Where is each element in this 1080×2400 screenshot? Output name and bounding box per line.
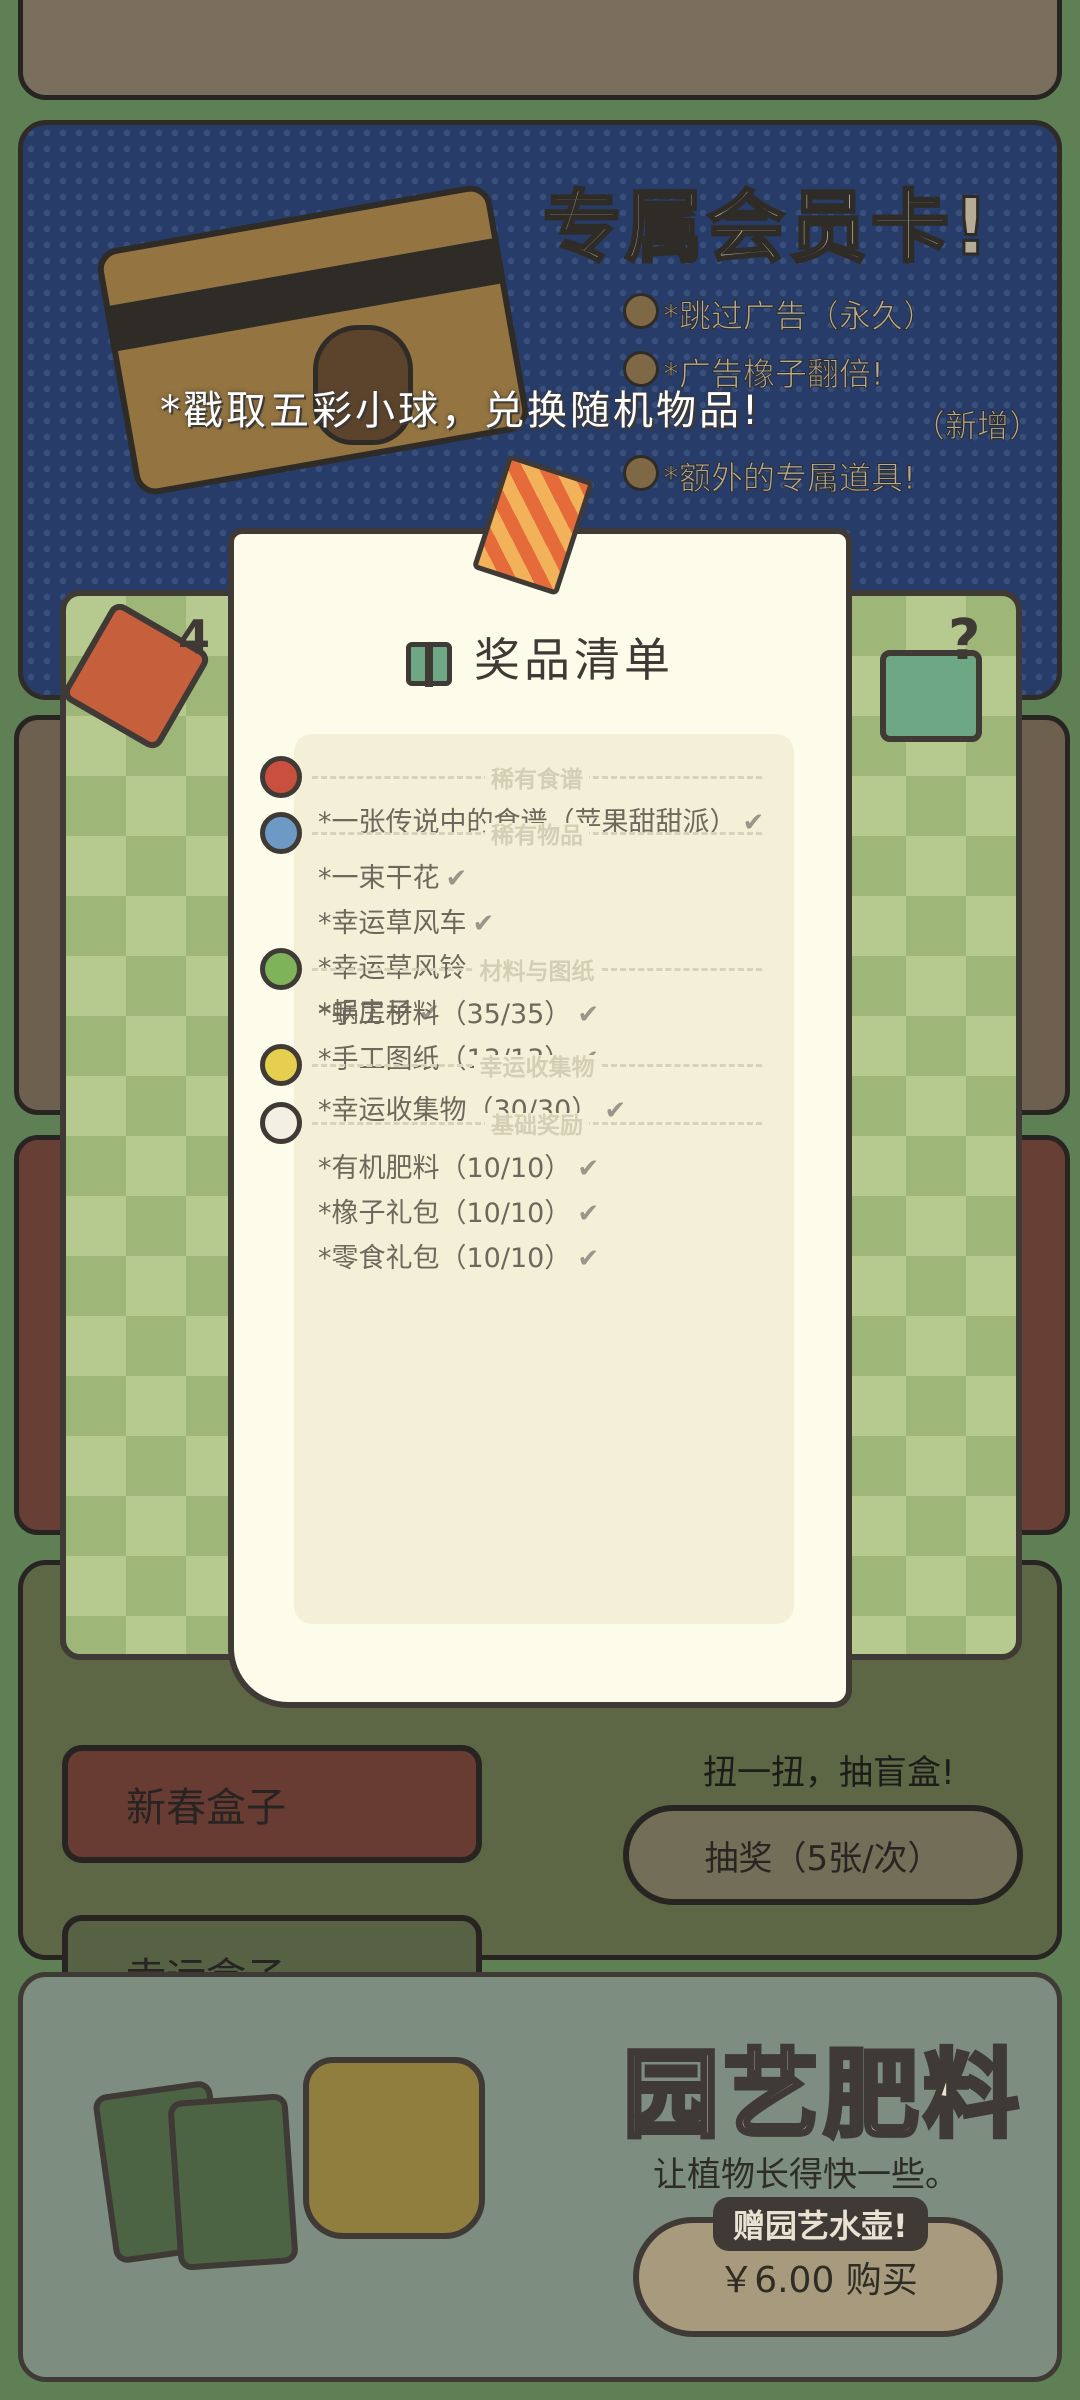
gift-icon [406,641,452,687]
tier-ball-4 [260,1044,302,1086]
perk-1: *跳过广告（永久） [662,297,936,336]
fertilizer-bag-icon [167,2093,299,2271]
prize-list-title: 奖品清单 [474,633,674,687]
prize-list-header: 奖品清单 [234,624,846,690]
top-shop-card [18,0,1062,100]
tier-ball-3 [260,948,302,990]
prize-list-modal: 奖品清单 稀有食谱*一张传说中的食谱（苹果甜甜派）✔稀有物品*一束干花✔*幸运草… [228,528,852,1708]
question-mark-icon: ? [948,608,981,673]
check-icon: ✔ [445,864,468,894]
gift-badge: 赠园艺水壶! [713,2197,928,2251]
tab-newyear-box[interactable]: 新春盒子 [62,1745,482,1863]
prize-item: *零食礼包（10/10） ✔ [318,1243,600,1274]
tier-ball-5 [260,1102,302,1144]
blind-box-subtitle: 扭一扭，抽盲盒! [703,1753,955,1793]
gift-perk-icon [623,455,659,491]
fertilizer-subtitle: 让植物长得快一些。 [653,2155,959,2195]
ticket-count: 4 [178,610,211,664]
tier-label: 稀有物品 [312,816,762,850]
tier-label: 基础奖励 [312,1106,762,1140]
fertilizer-card: 园艺肥料 让植物长得快一些。 赠园艺水壶! ￥6.00 购买 [18,1972,1062,2382]
check-icon: ✔ [577,1244,600,1274]
prize-item: *一束干花 ✔ [318,863,468,894]
member-title: 专属会员卡! [542,182,993,275]
tier-ball-2 [260,812,302,854]
tier-label: 稀有食谱 [312,760,762,794]
member-card-image [94,182,532,498]
watering-can-icon [303,2057,485,2239]
prize-item: *幸运草风车 ✔ [318,908,495,939]
fertilizer-title: 园艺肥料 [621,2037,1023,2153]
tier-label: 幸运收集物 [312,1048,762,1082]
perk-4: *额外的专属道具! [663,459,917,498]
prize-item: *橡子礼包（10/10） ✔ [318,1198,600,1229]
prize-item: *有机肥料（10/10） ✔ [318,1153,600,1184]
check-icon: ✔ [472,909,495,939]
no-ads-icon [623,293,659,329]
prize-item: *手工材料（35/35） ✔ [318,999,600,1030]
draw-button[interactable]: 抽奖（5张/次） [623,1805,1023,1905]
instruction-caption: *戳取五彩小球，兑换随机物品! [160,388,762,434]
check-icon: ✔ [577,1154,600,1184]
check-icon: ✔ [577,1199,600,1229]
perk-3: （新增） [912,407,1042,446]
tier-ball-1 [260,756,302,798]
check-icon: ✔ [577,1000,600,1030]
tier-label: 材料与图纸 [312,952,762,986]
